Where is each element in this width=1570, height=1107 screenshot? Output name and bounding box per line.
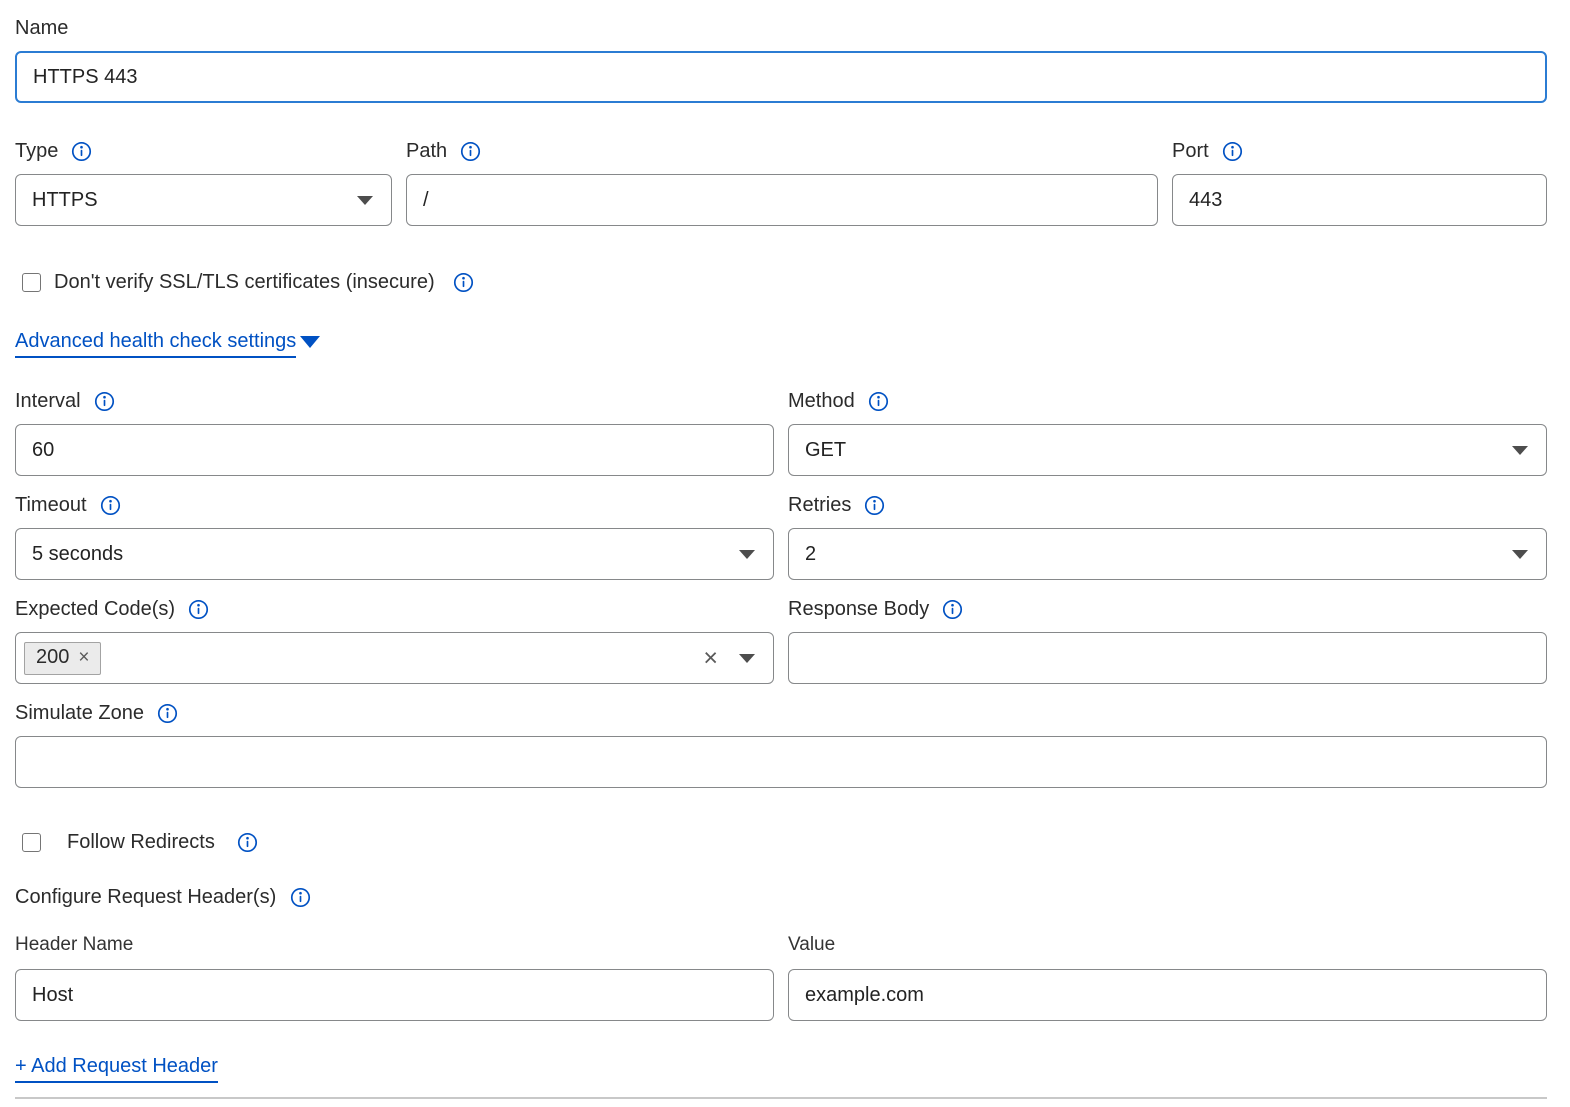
response-body-field-group: Response Body [788,597,1547,684]
remove-tag-icon[interactable]: × [78,648,89,667]
port-input[interactable] [1172,174,1547,226]
timeout-select-value: 5 seconds [32,543,123,566]
follow-redirects-row: Follow Redirects [15,831,1547,854]
expected-codes-label: Expected Code(s) [15,597,774,621]
response-body-label: Response Body [788,597,1547,621]
follow-redirects-label: Follow Redirects [67,831,215,854]
ssl-verify-checkbox-label: Don't verify SSL/TLS certificates (insec… [54,271,435,294]
timeout-label: Timeout [15,493,774,517]
info-icon[interactable] [71,141,92,162]
chevron-down-icon[interactable] [739,654,755,663]
header-name-label: Header Name [15,934,774,956]
name-input[interactable] [15,51,1547,103]
chevron-down-icon [739,550,755,559]
request-headers-section-text: Configure Request Header(s) [15,886,276,909]
expected-codes-multiselect[interactable]: 200 × × [15,632,774,684]
simulate-zone-field-group: Simulate Zone [15,701,1547,788]
expected-code-tag: 200 × [24,642,101,675]
type-select[interactable]: HTTPS [15,174,392,226]
info-icon[interactable] [868,391,889,412]
retries-select-value: 2 [805,543,816,566]
info-icon[interactable] [942,599,963,620]
info-icon[interactable] [188,599,209,620]
path-label: Path [406,139,1158,163]
response-body-label-text: Response Body [788,597,929,621]
ssl-verify-checkbox[interactable] [22,273,41,292]
method-select[interactable]: GET [788,424,1547,476]
advanced-settings-link-text: Advanced health check settings [15,330,296,358]
caret-down-icon [300,336,320,348]
info-icon[interactable] [453,272,474,293]
timeout-field-group: Timeout 5 seconds [15,493,774,580]
add-request-header-link[interactable]: + Add Request Header [15,1055,218,1083]
add-header-row: + Add Request Header [15,1055,1547,1083]
type-label-text: Type [15,139,58,163]
path-field-group: Path [406,139,1158,226]
port-label-text: Port [1172,139,1209,163]
interval-method-row: Interval Method GET [15,389,1547,476]
expected-codes-field-group: Expected Code(s) 200 × × [15,597,774,684]
type-select-value: HTTPS [32,189,98,212]
name-field-group: Name [15,16,1547,103]
expected-code-tag-text: 200 [36,646,69,669]
header-value-label: Value [788,934,1547,956]
chevron-down-icon [1512,446,1528,455]
simulate-zone-label: Simulate Zone [15,701,1547,725]
header-row: Header Name Value [15,934,1547,1021]
info-icon[interactable] [1222,141,1243,162]
header-name-field-group: Header Name [15,934,774,1021]
info-icon[interactable] [94,391,115,412]
retries-label-text: Retries [788,493,851,517]
type-path-port-row: Type HTTPS Path Port [15,139,1547,226]
request-headers-section-label: Configure Request Header(s) [15,886,1547,909]
info-icon[interactable] [237,832,258,853]
section-divider [15,1097,1547,1099]
clear-all-icon[interactable]: × [703,646,718,671]
name-label: Name [15,16,1547,40]
advanced-settings-link[interactable]: Advanced health check settings [15,330,320,358]
retries-label: Retries [788,493,1547,517]
info-icon[interactable] [290,887,311,908]
interval-label: Interval [15,389,774,413]
interval-field-group: Interval [15,389,774,476]
timeout-retries-row: Timeout 5 seconds Retries 2 [15,493,1547,580]
port-label: Port [1172,139,1547,163]
chevron-down-icon [1512,550,1528,559]
multiselect-controls: × [703,646,755,671]
path-input[interactable] [406,174,1158,226]
method-label-text: Method [788,389,855,413]
ssl-verify-checkbox-row: Don't verify SSL/TLS certificates (insec… [15,271,1547,294]
header-value-input[interactable] [788,969,1547,1021]
type-label: Type [15,139,392,163]
add-request-header-link-text: + Add Request Header [15,1055,218,1083]
header-name-input[interactable] [15,969,774,1021]
timeout-select[interactable]: 5 seconds [15,528,774,580]
advanced-settings-row: Advanced health check settings [15,330,1547,358]
interval-label-text: Interval [15,389,81,413]
info-icon[interactable] [157,703,178,724]
method-select-value: GET [805,439,846,462]
info-icon[interactable] [460,141,481,162]
response-body-input[interactable] [788,632,1547,684]
timeout-label-text: Timeout [15,493,87,517]
retries-select[interactable]: 2 [788,528,1547,580]
simulate-zone-label-text: Simulate Zone [15,701,144,725]
codes-body-row: Expected Code(s) 200 × × Response Body [15,597,1547,684]
interval-input[interactable] [15,424,774,476]
health-check-form: Name Type HTTPS Path [0,0,1570,1107]
info-icon[interactable] [864,495,885,516]
name-label-text: Name [15,16,68,40]
chevron-down-icon [357,196,373,205]
follow-redirects-checkbox[interactable] [22,833,41,852]
info-icon[interactable] [100,495,121,516]
method-field-group: Method GET [788,389,1547,476]
retries-field-group: Retries 2 [788,493,1547,580]
header-value-field-group: Value [788,934,1547,1021]
path-label-text: Path [406,139,447,163]
expected-codes-label-text: Expected Code(s) [15,597,175,621]
port-field-group: Port [1172,139,1547,226]
simulate-zone-input[interactable] [15,736,1547,788]
method-label: Method [788,389,1547,413]
type-field-group: Type HTTPS [15,139,392,226]
